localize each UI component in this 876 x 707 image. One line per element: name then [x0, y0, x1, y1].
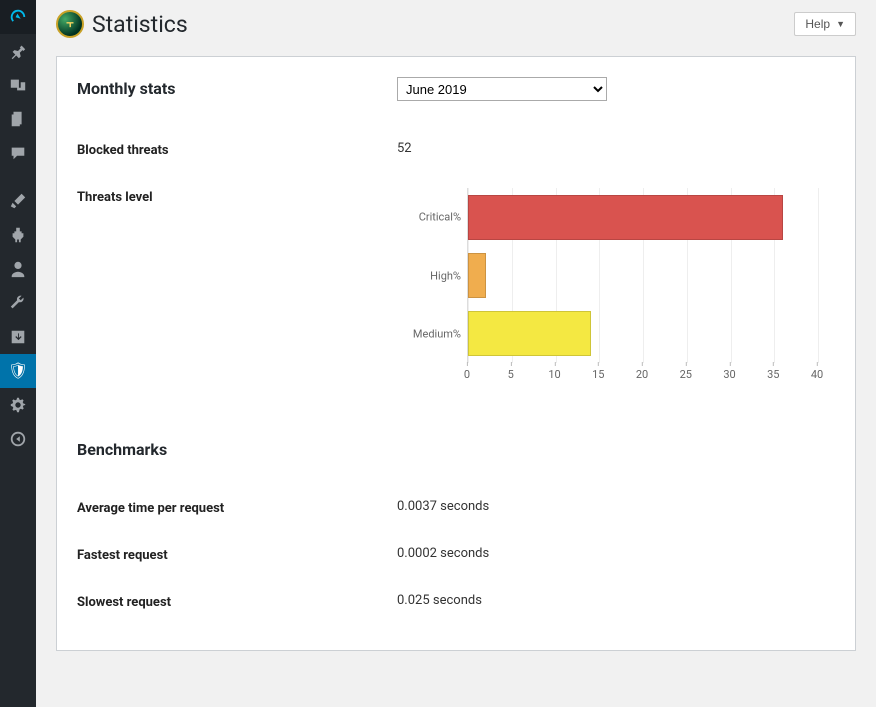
- page-title: Statistics: [92, 11, 188, 38]
- sidebar-item-import[interactable]: [0, 320, 36, 354]
- wrench-icon: [9, 294, 27, 312]
- fastest-request-value: 0.0002 seconds: [397, 546, 835, 561]
- help-button[interactable]: Help ▼: [794, 12, 856, 36]
- sidebar-item-comments[interactable]: [0, 136, 36, 170]
- chart-y-label: Medium%: [397, 327, 461, 340]
- collapse-icon: [9, 430, 27, 448]
- chart-x-tick: 15: [592, 368, 604, 381]
- sidebar-item-plugins[interactable]: [0, 218, 36, 252]
- sidebar-item-collapse[interactable]: [0, 422, 36, 456]
- chart-bar: [468, 195, 783, 240]
- chart-bar: [468, 311, 591, 356]
- avg-request-value: 0.0037 seconds: [397, 499, 835, 514]
- pages-icon: [9, 110, 27, 128]
- threats-level-chart: 0510152025303540 Critical%High%Medium%: [397, 188, 817, 388]
- sidebar-item-media[interactable]: [0, 68, 36, 102]
- chart-y-label: Critical%: [397, 211, 461, 224]
- blocked-threats-label: Blocked threats: [77, 141, 397, 158]
- sidebar-item-appearance[interactable]: [0, 184, 36, 218]
- avg-request-label: Average time per request: [77, 499, 397, 516]
- brush-icon: [9, 192, 27, 210]
- chart-x-tick: 40: [811, 368, 823, 381]
- sidebar-item-dashboard[interactable]: [0, 0, 36, 34]
- user-icon: [9, 260, 27, 278]
- plug-icon: [9, 226, 27, 244]
- chart-x-tick: 30: [723, 368, 735, 381]
- chart-x-tick: 5: [508, 368, 514, 381]
- shield-icon: 🛡: [8, 363, 28, 379]
- app-shield-icon: ⫟: [56, 10, 84, 38]
- sidebar-item-tools[interactable]: [0, 286, 36, 320]
- comment-icon: [9, 144, 27, 162]
- sidebar-item-pages[interactable]: [0, 102, 36, 136]
- threats-level-label: Threats level: [77, 188, 397, 205]
- fastest-request-label: Fastest request: [77, 546, 397, 563]
- chevron-down-icon: ▼: [836, 19, 845, 29]
- chart-y-label: High%: [397, 269, 461, 282]
- blocked-threats-value: 52: [397, 141, 835, 156]
- help-label: Help: [805, 17, 830, 31]
- media-icon: [9, 76, 27, 94]
- chart-x-tick: 10: [548, 368, 560, 381]
- gauge-icon: [9, 8, 27, 26]
- sidebar-item-settings[interactable]: [0, 388, 36, 422]
- sidebar-item-users[interactable]: [0, 252, 36, 286]
- sidebar-item-posts[interactable]: [0, 34, 36, 68]
- slowest-request-value: 0.025 seconds: [397, 593, 835, 608]
- stats-panel: Monthly stats June 2019 Blocked threats …: [56, 56, 856, 651]
- chart-x-tick: 35: [767, 368, 779, 381]
- benchmarks-heading: Benchmarks: [77, 440, 167, 459]
- chart-x-tick: 0: [464, 368, 470, 381]
- import-icon: [9, 328, 27, 346]
- chart-bar: [468, 253, 486, 298]
- chart-x-tick: 25: [680, 368, 692, 381]
- gear-icon: [9, 396, 27, 414]
- chart-x-tick: 20: [636, 368, 648, 381]
- sidebar-item-security[interactable]: 🛡: [0, 354, 36, 388]
- admin-sidebar: 🛡: [0, 0, 36, 707]
- main-content: ⫟ Statistics Help ▼ Monthly stats June 2…: [36, 0, 876, 707]
- monthly-heading: Monthly stats: [77, 79, 175, 98]
- slowest-request-label: Slowest request: [77, 593, 397, 610]
- pin-icon: [9, 42, 27, 60]
- month-select[interactable]: June 2019: [397, 77, 607, 101]
